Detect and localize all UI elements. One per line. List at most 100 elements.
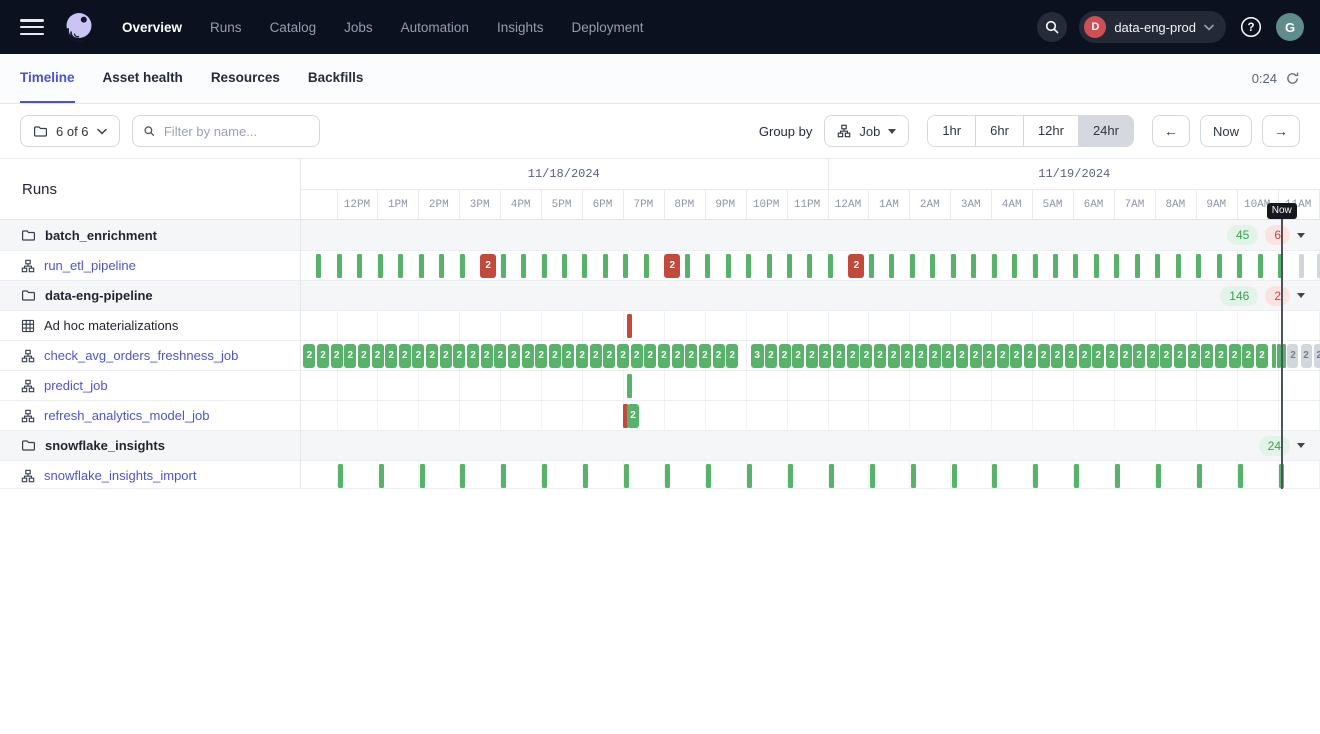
run-marker[interactable]: 2	[372, 344, 384, 368]
run-marker[interactable]: 2	[317, 344, 329, 368]
run-marker[interactable]: 2	[713, 344, 725, 368]
run-marker[interactable]: 2	[644, 344, 656, 368]
run-marker[interactable]: 2	[848, 254, 864, 278]
nav-insights[interactable]: Insights	[483, 20, 558, 35]
tab-timeline[interactable]: Timeline	[20, 54, 75, 103]
run-marker[interactable]	[1135, 254, 1140, 278]
run-marker[interactable]: 2	[1215, 344, 1227, 368]
run-marker[interactable]	[419, 254, 424, 278]
run-marker[interactable]	[1094, 254, 1099, 278]
run-marker[interactable]	[337, 254, 342, 278]
run-marker[interactable]: 2	[699, 344, 711, 368]
run-marker[interactable]: 2	[915, 344, 927, 368]
run-marker[interactable]: 2	[819, 344, 831, 368]
run-marker[interactable]: 2	[847, 344, 859, 368]
run-marker[interactable]: 2	[467, 344, 479, 368]
menu-icon[interactable]	[20, 19, 44, 35]
run-marker[interactable]	[869, 254, 874, 278]
run-marker[interactable]	[747, 464, 752, 488]
run-marker[interactable]	[911, 464, 916, 488]
run-marker[interactable]: 2	[508, 344, 520, 368]
run-marker[interactable]	[1196, 254, 1201, 278]
run-marker[interactable]: 2	[303, 344, 315, 368]
run-marker[interactable]	[1074, 464, 1079, 488]
run-marker[interactable]: 2	[874, 344, 886, 368]
run-marker[interactable]: 2	[440, 344, 452, 368]
run-marker[interactable]	[1073, 254, 1078, 278]
range-12hr[interactable]: 12hr	[1023, 116, 1078, 146]
dagster-logo-icon[interactable]	[62, 10, 96, 44]
run-marker[interactable]: 2	[399, 344, 411, 368]
run-marker[interactable]	[889, 254, 894, 278]
run-marker[interactable]: 2	[765, 344, 777, 368]
row-label[interactable]: run_etl_pipeline	[44, 258, 136, 273]
run-marker[interactable]: 2	[358, 344, 370, 368]
run-marker[interactable]: 2	[779, 344, 791, 368]
run-marker[interactable]	[1155, 254, 1160, 278]
row-label[interactable]: snowflake_insights_import	[44, 468, 196, 483]
tab-asset-health[interactable]: Asset health	[103, 54, 183, 103]
run-marker[interactable]: 2	[1079, 344, 1091, 368]
run-marker[interactable]: 2	[726, 344, 738, 368]
run-marker[interactable]	[1033, 254, 1038, 278]
run-marker[interactable]	[1238, 464, 1243, 488]
run-marker[interactable]: 2	[833, 344, 845, 368]
row-label[interactable]: refresh_analytics_model_job	[44, 408, 209, 423]
run-marker[interactable]	[420, 464, 425, 488]
run-marker[interactable]	[829, 464, 834, 488]
run-marker[interactable]	[767, 254, 772, 278]
run-marker[interactable]	[1299, 254, 1304, 278]
run-marker[interactable]: 2	[1160, 344, 1172, 368]
run-marker[interactable]	[1282, 344, 1286, 368]
run-marker[interactable]: 2	[631, 344, 643, 368]
run-marker[interactable]: 2	[549, 344, 561, 368]
page-forward-button[interactable]: →	[1262, 115, 1300, 147]
run-marker[interactable]	[357, 254, 362, 278]
run-marker[interactable]	[562, 254, 567, 278]
run-marker[interactable]: 2	[331, 344, 343, 368]
run-marker[interactable]: 2	[1133, 344, 1145, 368]
run-marker[interactable]	[746, 254, 751, 278]
run-marker[interactable]	[706, 464, 711, 488]
page-back-button[interactable]: ←	[1152, 115, 1190, 147]
run-marker[interactable]: 2	[1065, 344, 1077, 368]
run-marker[interactable]: 2	[685, 344, 697, 368]
run-marker[interactable]	[1012, 254, 1017, 278]
run-marker[interactable]: 2	[1188, 344, 1200, 368]
run-marker[interactable]	[1278, 254, 1283, 278]
run-marker[interactable]	[1115, 464, 1120, 488]
run-marker[interactable]: 2	[627, 404, 639, 428]
run-marker[interactable]: 2	[1242, 344, 1254, 368]
run-marker[interactable]: 2	[562, 344, 574, 368]
run-marker[interactable]: 2	[412, 344, 424, 368]
run-marker[interactable]: 2	[535, 344, 547, 368]
search-icon[interactable]	[1037, 12, 1067, 42]
run-marker[interactable]	[828, 254, 833, 278]
run-marker[interactable]: 2	[576, 344, 588, 368]
run-marker[interactable]: 2	[1201, 344, 1213, 368]
code-location-filter-button[interactable]: 6 of 6	[20, 115, 120, 147]
expand-caret-icon[interactable]	[1297, 443, 1305, 448]
help-icon[interactable]: ?	[1238, 14, 1264, 40]
run-marker[interactable]	[398, 254, 403, 278]
nav-overview[interactable]: Overview	[108, 20, 196, 35]
filter-input[interactable]	[162, 123, 309, 140]
run-marker[interactable]: 2	[1256, 344, 1268, 368]
run-marker[interactable]: 2	[1038, 344, 1050, 368]
run-marker[interactable]: 2	[481, 344, 493, 368]
jump-to-now-button[interactable]: Now	[1200, 115, 1252, 147]
run-marker[interactable]	[316, 254, 321, 278]
user-avatar[interactable]: G	[1276, 13, 1304, 41]
run-marker[interactable]	[1156, 464, 1161, 488]
nav-automation[interactable]: Automation	[387, 20, 483, 35]
run-marker[interactable]: 2	[997, 344, 1009, 368]
run-marker[interactable]	[1197, 464, 1202, 488]
run-marker[interactable]	[439, 254, 444, 278]
run-marker[interactable]: 2	[590, 344, 602, 368]
tab-resources[interactable]: Resources	[211, 54, 280, 103]
row-label[interactable]: snowflake_insights	[45, 438, 165, 453]
run-marker[interactable]	[685, 254, 690, 278]
run-marker[interactable]	[542, 254, 547, 278]
run-marker[interactable]: 2	[1314, 344, 1320, 368]
run-marker[interactable]	[1033, 464, 1038, 488]
